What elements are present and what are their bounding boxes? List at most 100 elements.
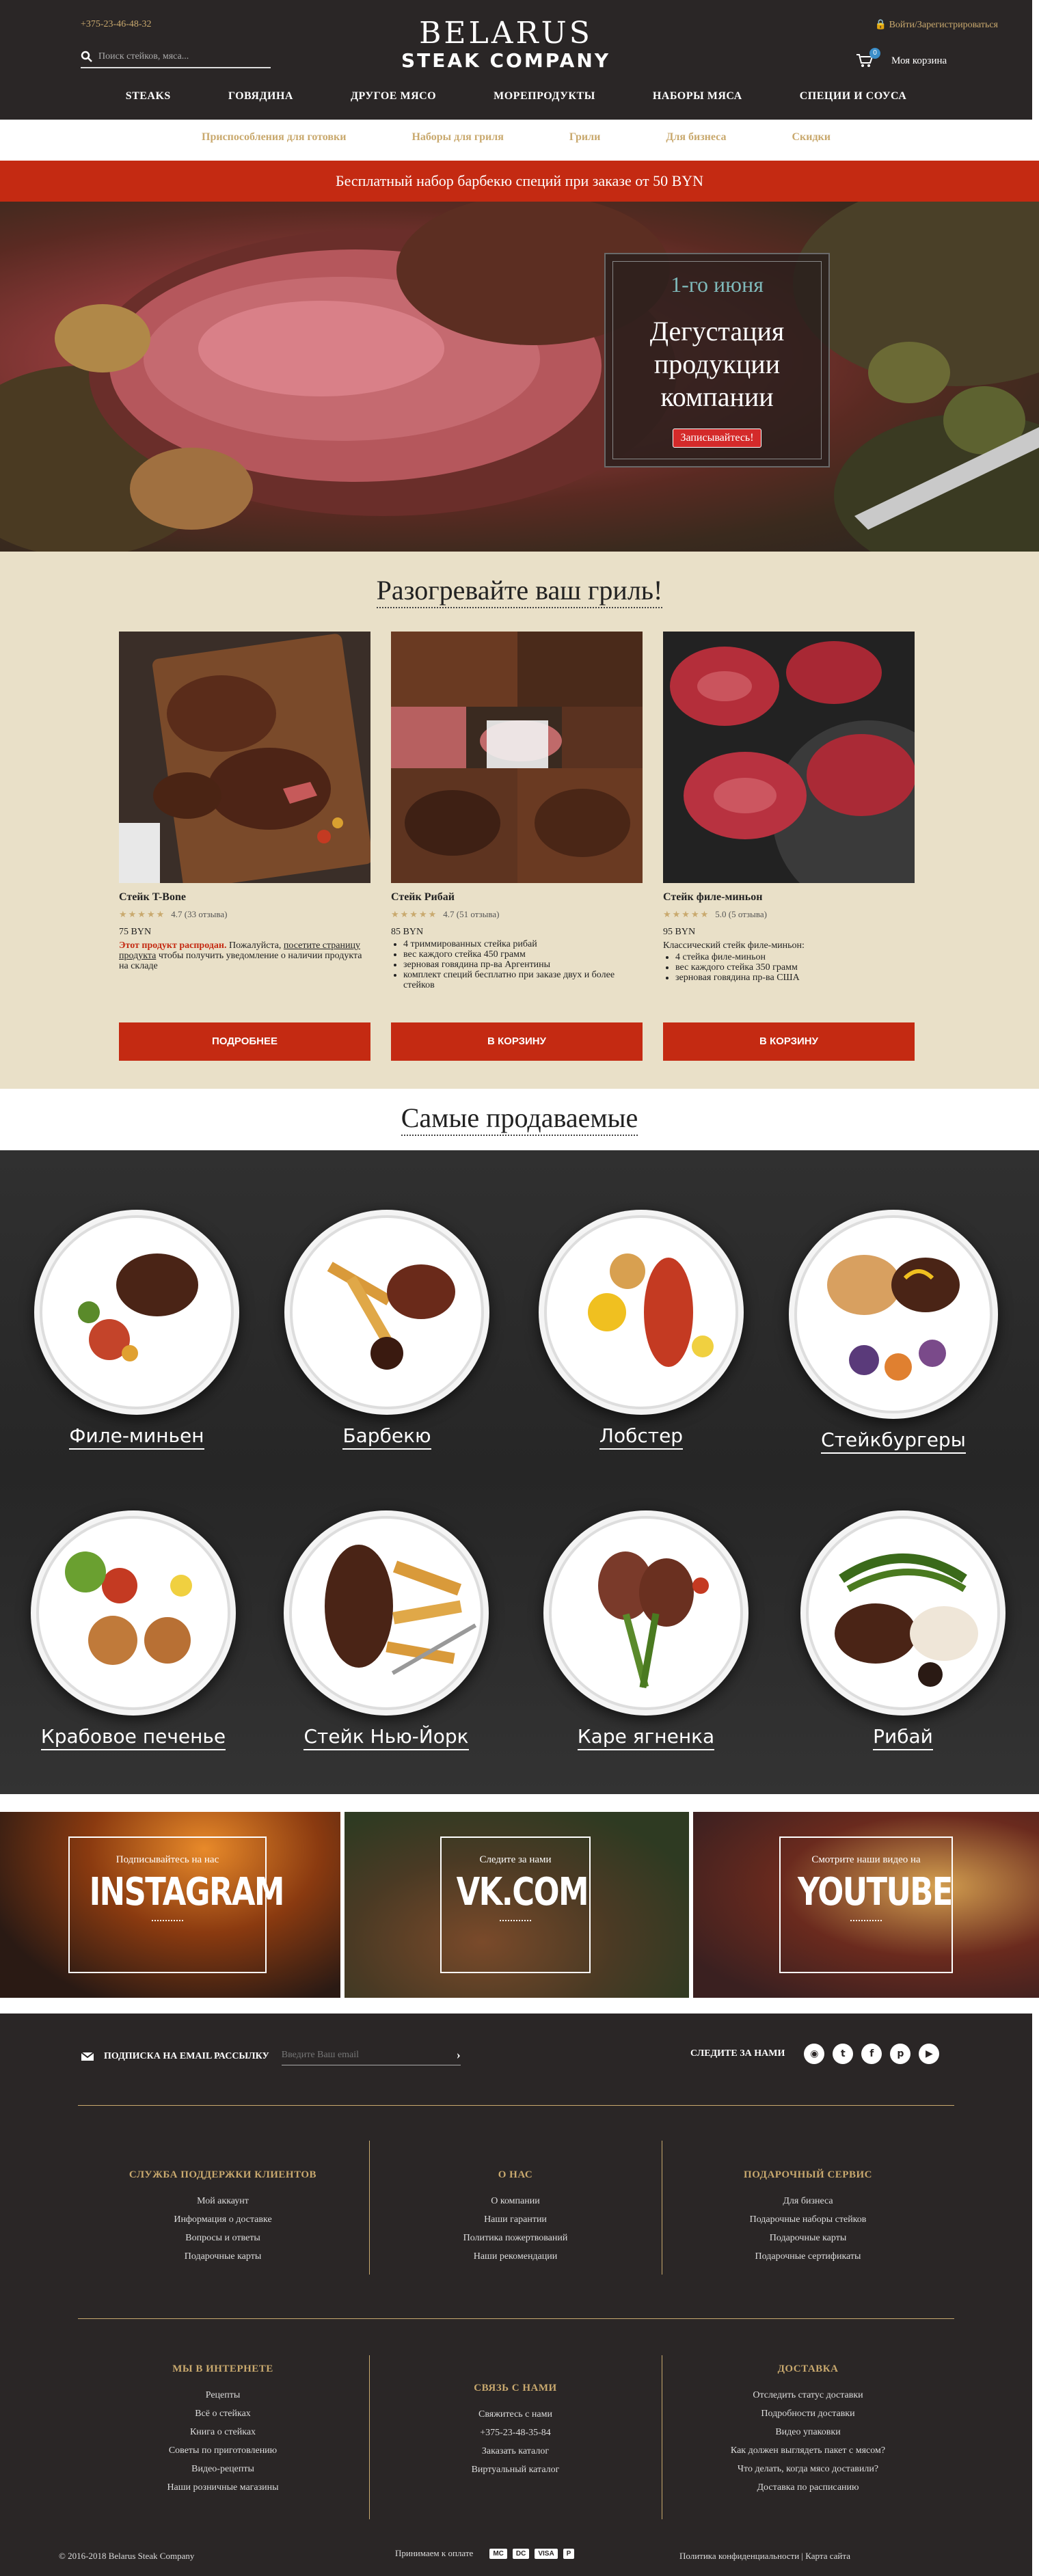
footer-link[interactable]: Как должен выглядеть пакет с мясом? [678, 2441, 938, 2460]
tbone-name[interactable]: Стейк T-Bone [119, 891, 370, 904]
footer-col-about: О НАС О компании Наши гарантии Политика … [386, 2169, 645, 2266]
pinterest-icon[interactable]: p [890, 2044, 911, 2064]
footer-link[interactable]: Видео упаковки [678, 2423, 938, 2441]
footer-link[interactable]: Свяжитесь с нами [386, 2405, 645, 2424]
product-card-tbone: Стейк T-Bone ★★★★★ 4.7 (33 отзыва) 75 BYN… [119, 632, 370, 971]
logo-line1: BELARUS [419, 16, 593, 51]
ribeye-add-to-cart-button[interactable]: В КОРЗИНУ [391, 1022, 643, 1061]
footer-link[interactable]: +375-23-48-35-84 [386, 2424, 645, 2442]
bestseller-lobster[interactable]: Лобстер [539, 1210, 744, 1450]
footer-link[interactable]: Подробности доставки [678, 2404, 938, 2423]
footer-link[interactable]: Доставка по расписанию [678, 2478, 938, 2497]
bestseller-label: Стейкбургеры [821, 1428, 966, 1454]
footer-link[interactable]: Вопросы и ответы [93, 2229, 353, 2247]
footer-link[interactable]: Информация о доставке [93, 2210, 353, 2229]
bestseller-label: Стейк Нью-Йорк [303, 1725, 469, 1750]
footer-link[interactable]: Всё о стейках [93, 2404, 353, 2423]
subnav-business[interactable]: Для бизнеса [633, 131, 759, 144]
filet-name[interactable]: Стейк филе-миньон [663, 891, 915, 904]
rating-stars-icon: ★★★★★ [119, 909, 166, 919]
search-input[interactable] [98, 51, 256, 62]
login-link[interactable]: 🔒 Войти/Зарегистрироваться [875, 19, 998, 31]
site-footer: ПОДПИСКА НА EMAIL РАССЫЛКУ › СЛЕДИТЕ ЗА … [0, 2014, 1032, 2576]
social-follow: СЛЕДИТЕ ЗА НАМИ ◉ t f p ▶ [690, 2044, 940, 2064]
youtube-icon[interactable]: ▶ [919, 2044, 940, 2064]
footer-col-contact: СВЯЗЬ С НАМИ Свяжитесь с нами +375-23-48… [386, 2383, 645, 2479]
facebook-icon[interactable]: f [861, 2044, 882, 2064]
subnav-grills[interactable]: Грили [537, 131, 633, 144]
instagram-banner[interactable]: Подписывайтесь на нас INSTAGRAM [0, 1812, 340, 1998]
bestseller-label: Каре ягненка [577, 1725, 715, 1750]
divider [369, 2141, 370, 2275]
tbone-details-button[interactable]: ПОДРОБНЕЕ [119, 1022, 370, 1061]
footer-link[interactable]: Подарочные карты [93, 2247, 353, 2266]
footer-link[interactable]: Видео-рецепты [93, 2460, 353, 2478]
ribeye-price: 85 BYN [391, 927, 424, 937]
footer-link[interactable]: Виртуальный каталог [386, 2460, 645, 2479]
site-logo[interactable]: BELARUS STEAK COMPANY [383, 18, 629, 72]
bestseller-steakburgers[interactable]: Стейкбургеры [789, 1210, 998, 1454]
footer-link[interactable]: Отследить статус доставки [678, 2386, 938, 2404]
bestseller-ribeye[interactable]: Рибай [797, 1510, 1009, 1750]
nav-spices[interactable]: СПЕЦИИ И СОУСА [771, 90, 936, 103]
bestsellers-title: Самые продаваемые [0, 1102, 1039, 1136]
vk-banner[interactable]: Следите за нами VK.COM [345, 1812, 689, 1998]
nav-beef[interactable]: ГОВЯДИНА [200, 90, 322, 103]
ribeye-rating-text: 4.7 (51 отзыва) [443, 909, 500, 919]
footer-link[interactable]: Заказать каталог [386, 2442, 645, 2460]
ribeye-image[interactable] [391, 632, 643, 883]
footer-link[interactable]: Наши рекомендации [386, 2247, 645, 2266]
footer-link[interactable]: Наши гарантии [386, 2210, 645, 2229]
bestseller-crab-cakes[interactable]: Крабовое печенье [27, 1510, 239, 1750]
footer-link[interactable]: Советы по приготовлению [93, 2441, 353, 2460]
submit-arrow-icon[interactable]: › [457, 2048, 461, 2062]
footer-link[interactable]: Подарочные карты [678, 2229, 938, 2247]
filet-rating-text: 5.0 (5 отзыва) [715, 909, 767, 919]
plate-image [284, 1510, 489, 1716]
legal-links[interactable]: Политика конфиденциальности | Карта сайт… [679, 2551, 850, 2562]
promo-banner[interactable]: Бесплатный набор барбекю специй при зака… [0, 161, 1039, 202]
nav-meat-sets[interactable]: НАБОРЫ МЯСА [624, 90, 771, 103]
bestseller-filet-mignon[interactable]: Филе-миньен [34, 1210, 239, 1450]
subnav-cooking-tools[interactable]: Приспособления для готовки [169, 131, 379, 144]
rss-icon[interactable]: ◉ [804, 2044, 825, 2064]
footer-link[interactable]: Мой аккаунт [93, 2192, 353, 2210]
tbone-image[interactable] [119, 632, 370, 883]
bestseller-label: Лобстер [599, 1424, 684, 1450]
email-field[interactable]: › [281, 2048, 461, 2065]
subnav-discounts[interactable]: Скидки [759, 131, 863, 144]
footer-col-gifts: ПОДАРОЧНЫЙ СЕРВИС Для бизнеса Подарочные… [678, 2169, 938, 2266]
footer-link[interactable]: Подарочные сертификаты [678, 2247, 938, 2266]
footer-link[interactable]: Рецепты [93, 2386, 353, 2404]
list-item: зерновая говядина пр-ва США [675, 973, 915, 983]
footer-link[interactable]: Политика пожертвований [386, 2229, 645, 2247]
search-icon[interactable] [81, 51, 93, 63]
footer-link[interactable]: Что делать, когда мясо доставили? [678, 2460, 938, 2478]
list-item: вес каждого стейка 450 грамм [403, 949, 643, 960]
header-phone[interactable]: +375-23-46-48-32 [81, 19, 152, 30]
twitter-icon[interactable]: t [833, 2044, 854, 2064]
footer-link[interactable]: Наши розничные магазины [93, 2478, 353, 2497]
filet-add-to-cart-button[interactable]: В КОРЗИНУ [663, 1022, 915, 1061]
nav-seafood[interactable]: МОРЕПРОДУКТЫ [465, 90, 624, 103]
footer-link[interactable]: Для бизнеса [678, 2192, 938, 2210]
nav-other-meat[interactable]: ДРУГОЕ МЯСО [322, 90, 465, 103]
subnav-grill-sets[interactable]: Наборы для гриля [379, 131, 536, 144]
bestseller-ny-steak[interactable]: Стейк Нью-Йорк [280, 1510, 492, 1750]
search-box[interactable] [81, 46, 271, 68]
bestseller-bbq[interactable]: Барбекю [284, 1210, 489, 1450]
footer-link[interactable]: Книга о стейках [93, 2423, 353, 2441]
youtube-banner[interactable]: Смотрите наши видео на YOUTUBE [693, 1812, 1039, 1998]
footer-link[interactable]: Подарочные наборы стейков [678, 2210, 938, 2229]
list-item: 4 стейка филе-миньон [675, 952, 915, 962]
nav-steaks[interactable]: STEAKS [97, 90, 200, 103]
filet-image[interactable] [663, 632, 915, 883]
email-input[interactable] [281, 2048, 432, 2062]
bestseller-lamb-rack[interactable]: Каре ягненка [540, 1510, 752, 1750]
footer-link[interactable]: О компании [386, 2192, 645, 2210]
follow-label: СЛЕДИТЕ ЗА НАМИ [690, 2048, 785, 2059]
ribeye-name[interactable]: Стейк Рибай [391, 891, 643, 904]
cart-button[interactable]: 0 Моя корзина [856, 48, 947, 68]
tbone-rating-text: 4.7 (33 отзыва) [171, 909, 228, 919]
divider [850, 1920, 882, 1921]
